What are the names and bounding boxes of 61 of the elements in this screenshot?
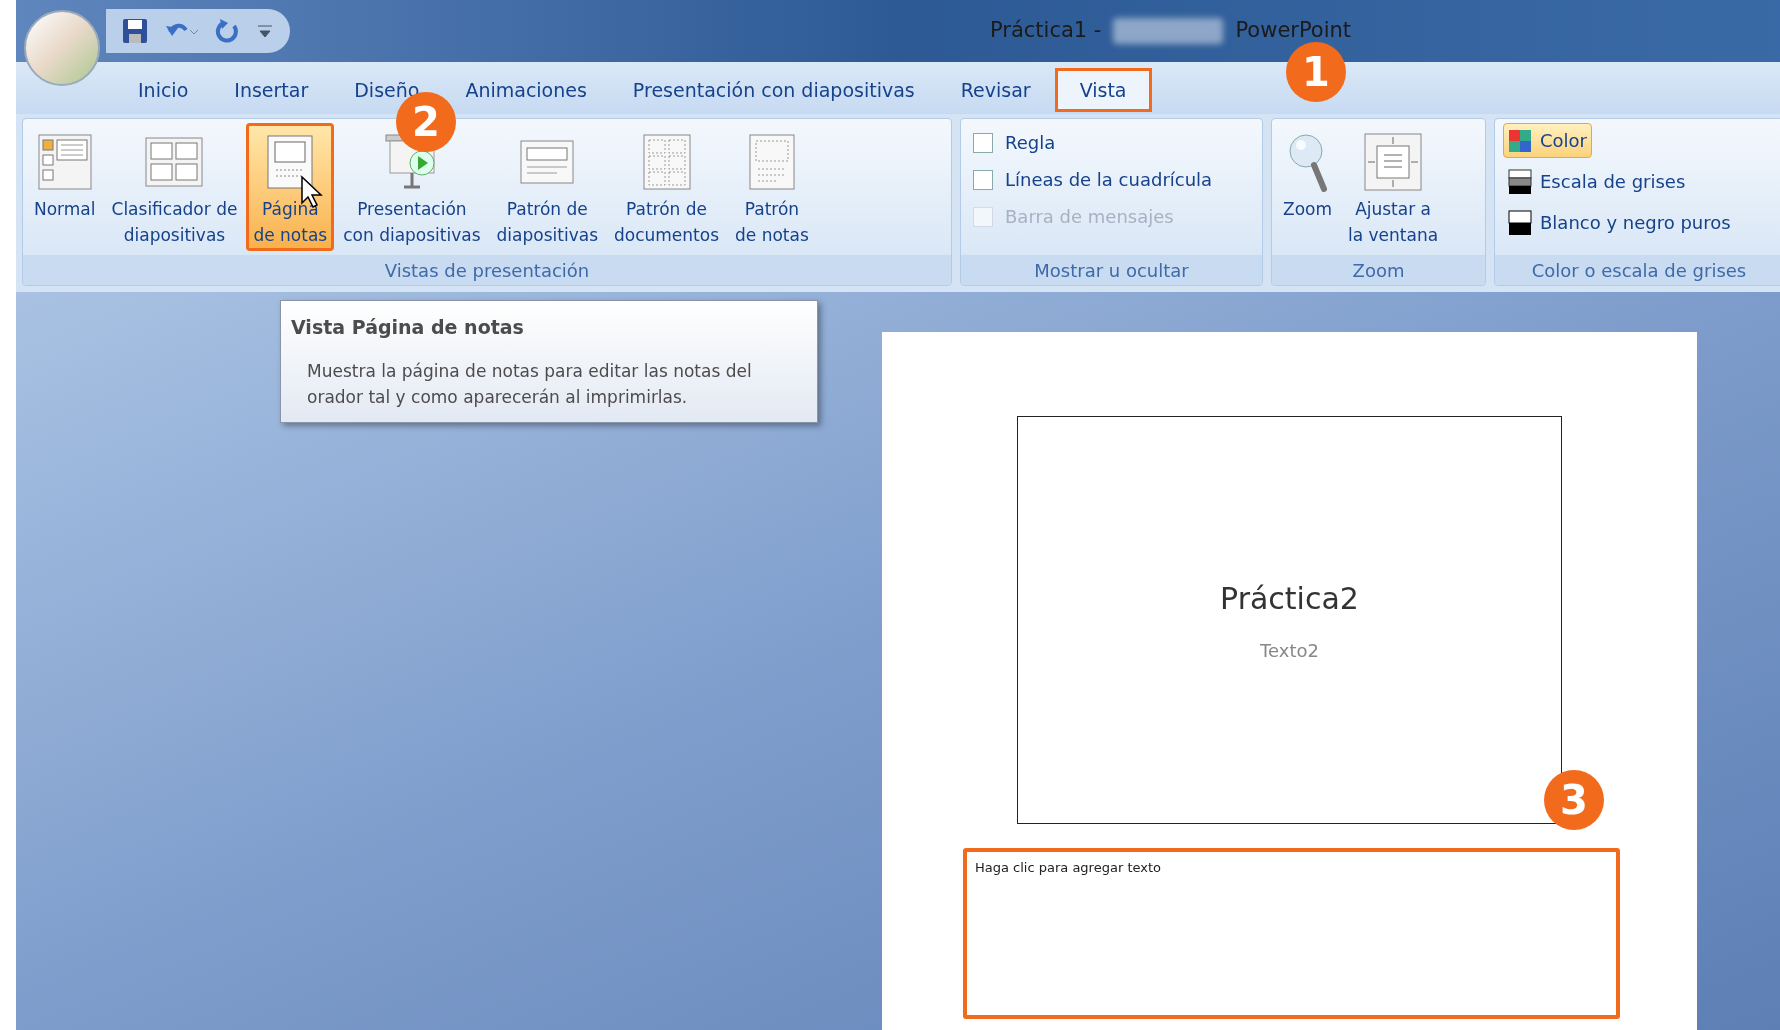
button-label-line: de notas: [735, 224, 809, 246]
window-title: Práctica1 -: [990, 17, 1102, 45]
color-mode-option[interactable]: Blanco y negro puros: [1503, 205, 1736, 240]
button-label-line: la ventana: [1348, 224, 1439, 246]
button-label-line: Página: [262, 198, 319, 220]
checkbox-label: Barra de mensajes: [1005, 205, 1174, 229]
grayscale-icon: [1508, 168, 1532, 195]
window-title: PowerPoint: [1235, 17, 1352, 45]
group-label: Zoom: [1272, 255, 1485, 285]
button-label-line: Zoom: [1283, 198, 1332, 220]
button-label-line: Patrón de: [626, 198, 707, 220]
checkbox[interactable]: [973, 132, 993, 153]
ribbon-button[interactable]: Patrón de notas: [728, 123, 816, 251]
redo-icon[interactable]: [214, 18, 240, 44]
button-label-line: Normal: [34, 198, 96, 220]
color-mode-option[interactable]: Color: [1503, 123, 1592, 158]
button-label-line: diapositivas: [123, 224, 226, 246]
ribbon-button[interactable]: Página de notas: [246, 123, 335, 251]
button-label-line: documentos: [614, 224, 720, 246]
ribbon-tab[interactable]: Insertar: [212, 68, 331, 112]
save-icon[interactable]: [122, 18, 148, 44]
ribbon-tab[interactable]: Vista: [1054, 68, 1152, 112]
notes-field[interactable]: Haga clic para agregar texto: [963, 848, 1620, 1019]
button-label-line: diapositivas: [496, 224, 598, 246]
checkbox[interactable]: [973, 169, 993, 190]
notes-page-icon: [266, 134, 315, 190]
ribbon-button[interactable]: Patrón de documentos: [607, 123, 727, 251]
color-swatch-icon: [1508, 128, 1532, 153]
ribbon-button[interactable]: Normal: [27, 123, 103, 251]
group-label: Vistas de presentación: [23, 255, 951, 285]
slide-subtitle: Texto2: [1260, 639, 1319, 663]
notes-master-icon: [747, 133, 796, 191]
ribbon-button[interactable]: Patrón de diapositivas: [489, 123, 605, 251]
tooltip-title: Vista Página de notas: [291, 315, 525, 340]
group-label: Mostrar u ocultar: [961, 255, 1262, 285]
ribbon-tab[interactable]: Revisar: [938, 68, 1053, 112]
ribbon-tab[interactable]: Inicio: [116, 68, 211, 112]
button-label-line: de notas: [253, 224, 328, 246]
checkbox-label: Regla: [1005, 131, 1056, 155]
tooltip-text: Muestra la página de notas para editar las notas del orador tal y como aparecerán al imprimirlas.: [306, 359, 753, 409]
handout-master-icon: [641, 133, 692, 191]
button-label-line: Patrón de: [506, 198, 588, 220]
normal-view-icon: [36, 133, 93, 191]
customize-dropdown-icon[interactable]: [256, 23, 274, 39]
button-label-line: Patrón: [744, 198, 800, 220]
slide-sorter-icon: [144, 136, 205, 188]
ribbon-button[interactable]: Clasificador de diapositivas: [104, 123, 245, 251]
ribbon-button[interactable]: Zoom: [1276, 123, 1339, 251]
slide-title: Práctica2: [1220, 580, 1359, 618]
slide-master-icon: [519, 139, 576, 185]
checkbox-label: Líneas de la cuadrícula: [1005, 168, 1213, 192]
contrast-icon: [1508, 209, 1532, 236]
button-label-line: Presentación: [357, 198, 467, 220]
fit-window-icon: [1362, 131, 1425, 193]
color-mode-option[interactable]: Escala de grises: [1503, 164, 1691, 199]
button-label-line: Ajustar a: [1355, 198, 1431, 220]
ribbon-tab[interactable]: Presentación con diapositivas: [610, 68, 937, 112]
button-label-line: con diapositivas: [343, 224, 481, 246]
button-label-line: Clasificador de: [111, 198, 238, 220]
group-label: Color o escala de grises: [1495, 255, 1780, 285]
ribbon-button[interactable]: Ajustar a la ventana: [1341, 123, 1446, 251]
